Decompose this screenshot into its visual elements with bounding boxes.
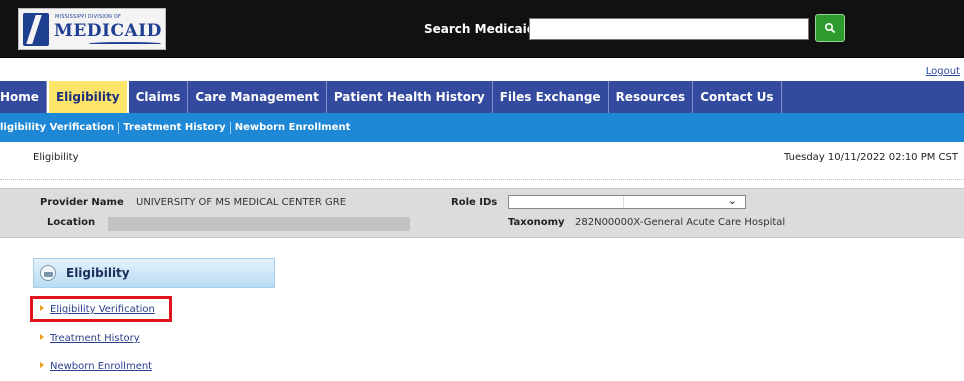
taxonomy-value: 282N00000X-General Acute Care Hospital	[575, 217, 786, 228]
arrow-right-icon	[40, 362, 44, 368]
search-label: Search Medicaid:	[424, 22, 541, 36]
logo-subtitle: MISSISSIPPI DIVISION OF	[55, 14, 122, 20]
provider-name-label: Provider Name	[40, 197, 124, 208]
location-value	[108, 217, 410, 231]
taxonomy-label: Taxonomy	[508, 217, 565, 228]
role-ids-label: Role IDs	[451, 197, 498, 208]
link-label: Treatment History	[50, 333, 140, 344]
link-newborn-enrollment[interactable]: Newborn Enrollment	[40, 361, 152, 372]
nav-contact-us[interactable]: Contact Us	[693, 81, 782, 113]
site-header: MISSISSIPPI DIVISION OF MEDICAID Search …	[0, 0, 964, 58]
page-title: Eligibility	[33, 152, 79, 163]
medicaid-logo[interactable]: MISSISSIPPI DIVISION OF MEDICAID	[18, 8, 166, 50]
subnav-eligibility-verification[interactable]: ligibility Verification	[0, 121, 120, 134]
sub-navigation: ligibility Verification Treatment Histor…	[0, 113, 964, 142]
role-ids-select[interactable]: ⌄	[508, 194, 746, 209]
nav-patient-health-history[interactable]: Patient Health History	[327, 81, 493, 113]
nav-claims[interactable]: Claims	[129, 81, 189, 113]
subnav-newborn-enrollment[interactable]: Newborn Enrollment	[231, 122, 355, 134]
nav-care-management[interactable]: Care Management	[188, 81, 327, 113]
search-button[interactable]	[815, 14, 845, 42]
nav-eligibility[interactable]: Eligibility	[46, 81, 129, 113]
nav-home[interactable]: Home	[0, 81, 47, 113]
search-input[interactable]	[529, 18, 809, 40]
highlight-box	[30, 296, 172, 322]
nav-files-exchange[interactable]: Files Exchange	[493, 81, 609, 113]
link-treatment-history[interactable]: Treatment History	[40, 333, 140, 344]
mississippi-state-icon	[23, 13, 49, 46]
location-label: Location	[47, 217, 96, 228]
panel-icon	[40, 265, 56, 281]
subnav-treatment-history[interactable]: Treatment History	[119, 121, 231, 134]
main-navigation: Home Eligibility Claims Care Management …	[0, 81, 964, 113]
nav-resources[interactable]: Resources	[609, 81, 694, 113]
logo-swoosh	[89, 42, 161, 45]
chevron-down-icon: ⌄	[727, 194, 737, 207]
role-ids-segment	[509, 196, 624, 208]
eligibility-panel-header: Eligibility	[33, 258, 275, 288]
panel-title: Eligibility	[66, 266, 130, 280]
provider-info-bar: Provider Name UNIVERSITY OF MS MEDICAL C…	[0, 188, 964, 238]
breadcrumb: Eligibility Tuesday 10/11/2022 02:10 PM …	[0, 142, 964, 180]
provider-name-value: UNIVERSITY OF MS MEDICAL CENTER GRE	[136, 197, 347, 208]
current-datetime: Tuesday 10/11/2022 02:10 PM CST	[784, 152, 958, 163]
search-icon	[824, 22, 836, 34]
link-label: Newborn Enrollment	[50, 361, 153, 372]
logo-title: MEDICAID	[54, 21, 162, 41]
logout-link[interactable]: Logout	[926, 66, 960, 77]
arrow-right-icon	[40, 334, 44, 340]
logout-row: Logout	[0, 59, 964, 81]
